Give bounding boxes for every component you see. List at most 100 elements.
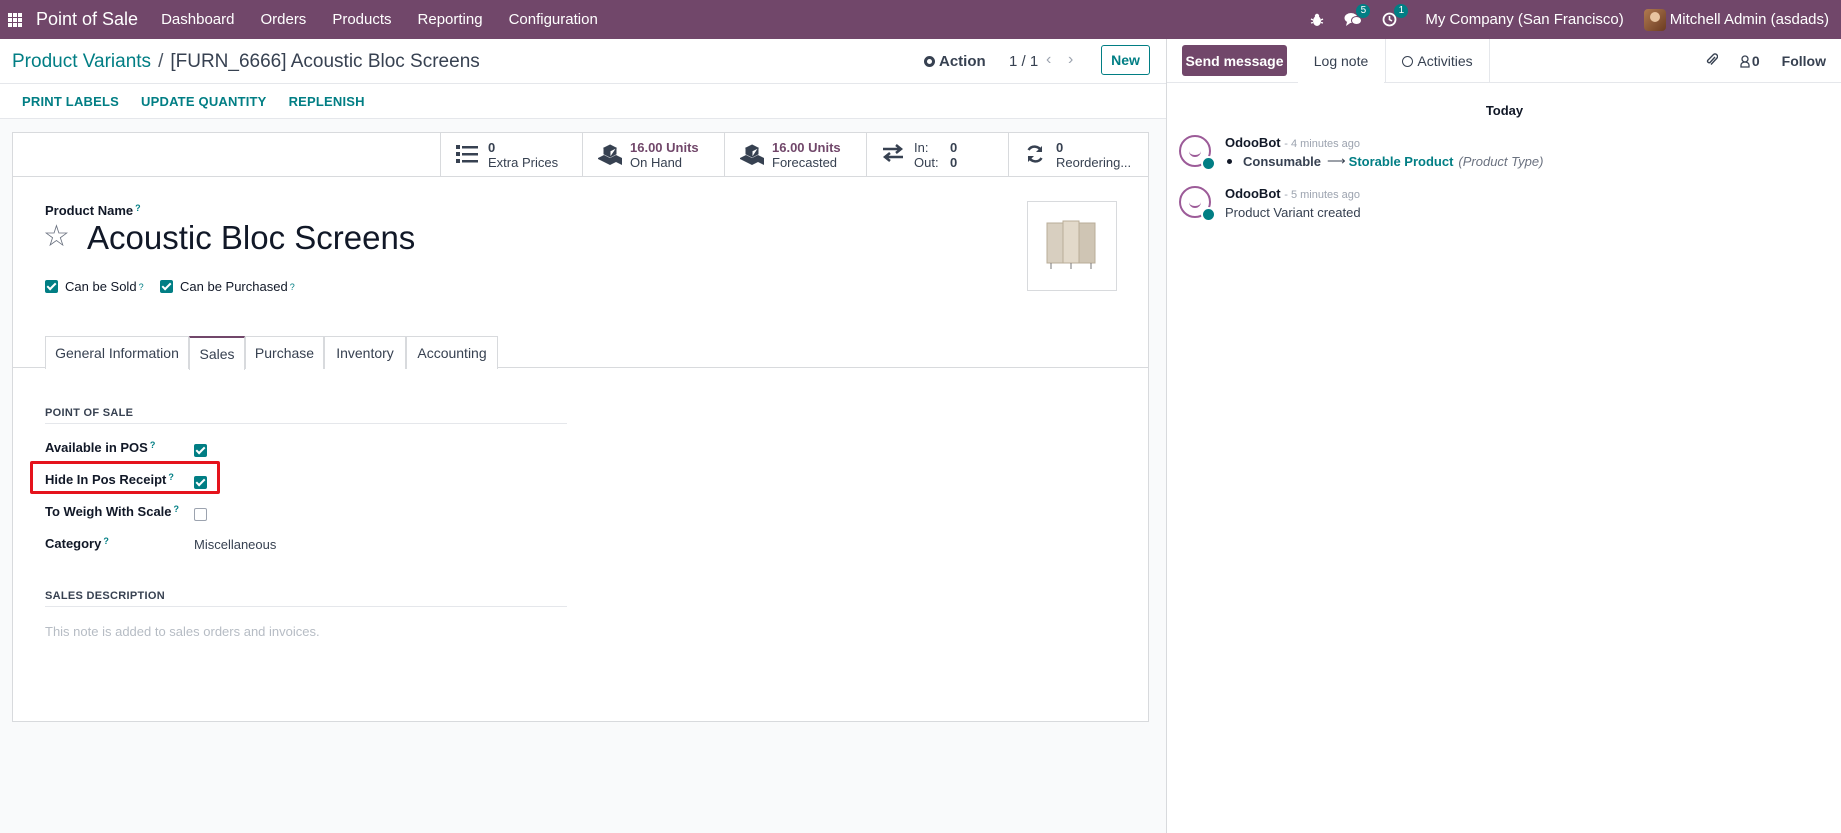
chatter-actions: 0 Follow [1684, 52, 1826, 70]
user-name: Mitchell Admin (asdads) [1669, 11, 1829, 28]
pager-value[interactable]: 1 / 1 [1009, 53, 1038, 70]
help-tooltip-icon[interactable]: ? [135, 203, 141, 213]
list-icon [455, 144, 479, 166]
navbar-systray: 5 1 My Company (San Francisco) Mitchell … [1300, 0, 1841, 39]
available-in-pos-checkbox[interactable] [194, 441, 207, 458]
on-hand-smart-button[interactable]: 16.00 Units On Hand [582, 133, 724, 176]
breadcrumb-product-variants[interactable]: Product Variants [12, 51, 151, 73]
menu-item-dashboard[interactable]: Dashboard [148, 11, 247, 28]
tracking-old-value: Consumable [1243, 153, 1322, 169]
favorite-star-icon[interactable]: ☆ [43, 222, 70, 252]
odoobot-avatar-icon[interactable] [1179, 135, 1216, 171]
help-tooltip-icon[interactable]: ? [290, 282, 295, 292]
gear-icon [924, 56, 935, 67]
in-label: In: [914, 139, 929, 155]
pager-previous-icon[interactable]: ‹ [1046, 51, 1051, 69]
print-labels-button[interactable]: PRINT LABELS [22, 94, 119, 109]
company-switcher[interactable]: My Company (San Francisco) [1425, 11, 1623, 28]
activities-button[interactable]: Activities [1385, 39, 1490, 83]
extra-prices-smart-button[interactable]: 0 Extra Prices [440, 133, 582, 176]
new-button[interactable]: New [1101, 45, 1150, 75]
checkbox-unchecked-icon[interactable] [194, 507, 207, 521]
followers-button[interactable]: 0 [1740, 53, 1760, 69]
followers-count: 0 [1751, 53, 1760, 69]
update-quantity-button[interactable]: UPDATE QUANTITY [141, 94, 267, 109]
out-label: Out: [914, 154, 939, 170]
log-note-button[interactable]: Log note [1298, 39, 1384, 84]
menu-item-reporting[interactable]: Reporting [405, 11, 496, 28]
checkbox-checked-icon[interactable] [160, 280, 173, 293]
activities-badge: 1 [1394, 4, 1409, 18]
smart-buttons: 0 Extra Prices 16.00 Units On Hand 16.00 U… [13, 133, 1148, 177]
can-be-purchased-label: Can be Purchased [180, 279, 288, 294]
follow-button[interactable]: Follow [1782, 53, 1826, 69]
checkbox-checked-icon[interactable] [45, 280, 58, 293]
notebook-tabs: General Information Sales Purchase Inven… [13, 336, 1148, 370]
apps-menu-icon[interactable] [8, 12, 22, 27]
top-navbar: Point of Sale Dashboard Orders Products … [0, 0, 1841, 39]
odoobot-avatar-icon[interactable] [1179, 186, 1216, 222]
help-tooltip-icon[interactable]: ? [168, 472, 174, 482]
tab-purchase[interactable]: Purchase [245, 336, 324, 369]
reordering-smart-button[interactable]: 0 Reordering... [1008, 133, 1150, 176]
sales-description-section-title: SALES DESCRIPTION [45, 590, 567, 607]
on-hand-label: On Hand [630, 154, 683, 170]
help-tooltip-icon[interactable]: ? [174, 504, 180, 514]
to-weigh-with-scale-label: To Weigh With Scale? [45, 504, 179, 519]
form-sheet: 0 Extra Prices 16.00 Units On Hand 16.00 U… [12, 132, 1149, 722]
sales-description-field[interactable]: This note is added to sales orders and i… [45, 624, 320, 639]
checkbox-checked-icon[interactable] [194, 443, 207, 457]
can-be-sold-checkbox[interactable]: Can be Sold? [45, 279, 144, 294]
menu-item-orders[interactable]: Orders [247, 11, 319, 28]
tab-accounting[interactable]: Accounting [406, 336, 498, 369]
app-name[interactable]: Point of Sale [36, 9, 138, 30]
paperclip-icon[interactable] [1706, 52, 1719, 70]
product-name-field[interactable]: Acoustic Bloc Screens [87, 219, 415, 257]
debug-bug-icon[interactable] [1310, 13, 1324, 27]
pager-next-icon[interactable]: › [1068, 51, 1073, 69]
activities-clock-icon[interactable]: 1 [1382, 4, 1409, 27]
menu-item-configuration[interactable]: Configuration [496, 11, 611, 28]
can-be-sold-label: Can be Sold [65, 279, 137, 294]
extra-prices-value: 0 [488, 139, 496, 155]
message-body: Product Variant created [1225, 205, 1361, 220]
messages-badge: 5 [1356, 4, 1371, 18]
message-author-name[interactable]: OdooBot [1225, 135, 1281, 150]
message-time: - 4 minutes ago [1284, 138, 1361, 150]
send-message-button[interactable]: Send message [1182, 45, 1287, 76]
tracking-new-value: Storable Product [1348, 153, 1454, 169]
action-menu-button[interactable]: Action [924, 53, 986, 70]
help-tooltip-icon[interactable]: ? [103, 536, 109, 546]
tab-general-information[interactable]: General Information [45, 336, 189, 369]
in-out-smart-button[interactable]: In: 0 Out: 0 [866, 133, 1008, 176]
product-image[interactable] [1027, 201, 1117, 291]
replenish-button[interactable]: REPLENISH [289, 94, 365, 109]
help-tooltip-icon[interactable]: ? [139, 282, 144, 292]
breadcrumb-separator: / [158, 51, 164, 72]
product-name-label: Product Name? [45, 203, 141, 218]
breadcrumb: Product Variants / [FURN_6666] Acoustic … [12, 51, 480, 73]
hide-in-pos-receipt-label: Hide In Pos Receipt? [45, 472, 174, 487]
forecasted-value: 16.00 Units [772, 139, 841, 155]
can-be-purchased-checkbox[interactable]: Can be Purchased? [160, 279, 295, 294]
help-tooltip-icon[interactable]: ? [150, 440, 156, 450]
tab-sales[interactable]: Sales [189, 336, 245, 370]
checkbox-checked-icon[interactable] [194, 475, 207, 489]
reordering-label: Reordering... [1056, 154, 1132, 170]
messages-icon[interactable]: 5 [1344, 4, 1371, 27]
point-of-sale-section-title: POINT OF SALE [45, 407, 567, 424]
message-author: OdooBot - 4 minutes ago [1225, 135, 1360, 150]
breadcrumb-current-record: [FURN_6666] Acoustic Bloc Screens [170, 51, 480, 72]
product-name-label-text: Product Name [45, 203, 134, 218]
hide-in-pos-receipt-checkbox[interactable] [194, 473, 207, 490]
user-menu[interactable]: Mitchell Admin (asdads) [1643, 8, 1829, 31]
category-field[interactable]: Miscellaneous [194, 537, 276, 552]
menu-item-products[interactable]: Products [319, 11, 404, 28]
main-menu: Dashboard Orders Products Reporting Conf… [148, 11, 611, 28]
in-value: 0 [950, 139, 958, 155]
tab-inventory[interactable]: Inventory [324, 336, 406, 369]
to-weigh-with-scale-checkbox[interactable] [194, 505, 207, 522]
control-panel: Product Variants / [FURN_6666] Acoustic … [0, 39, 1166, 84]
forecasted-smart-button[interactable]: 16.00 Units Forecasted [724, 133, 866, 176]
message-author-name[interactable]: OdooBot [1225, 186, 1281, 201]
